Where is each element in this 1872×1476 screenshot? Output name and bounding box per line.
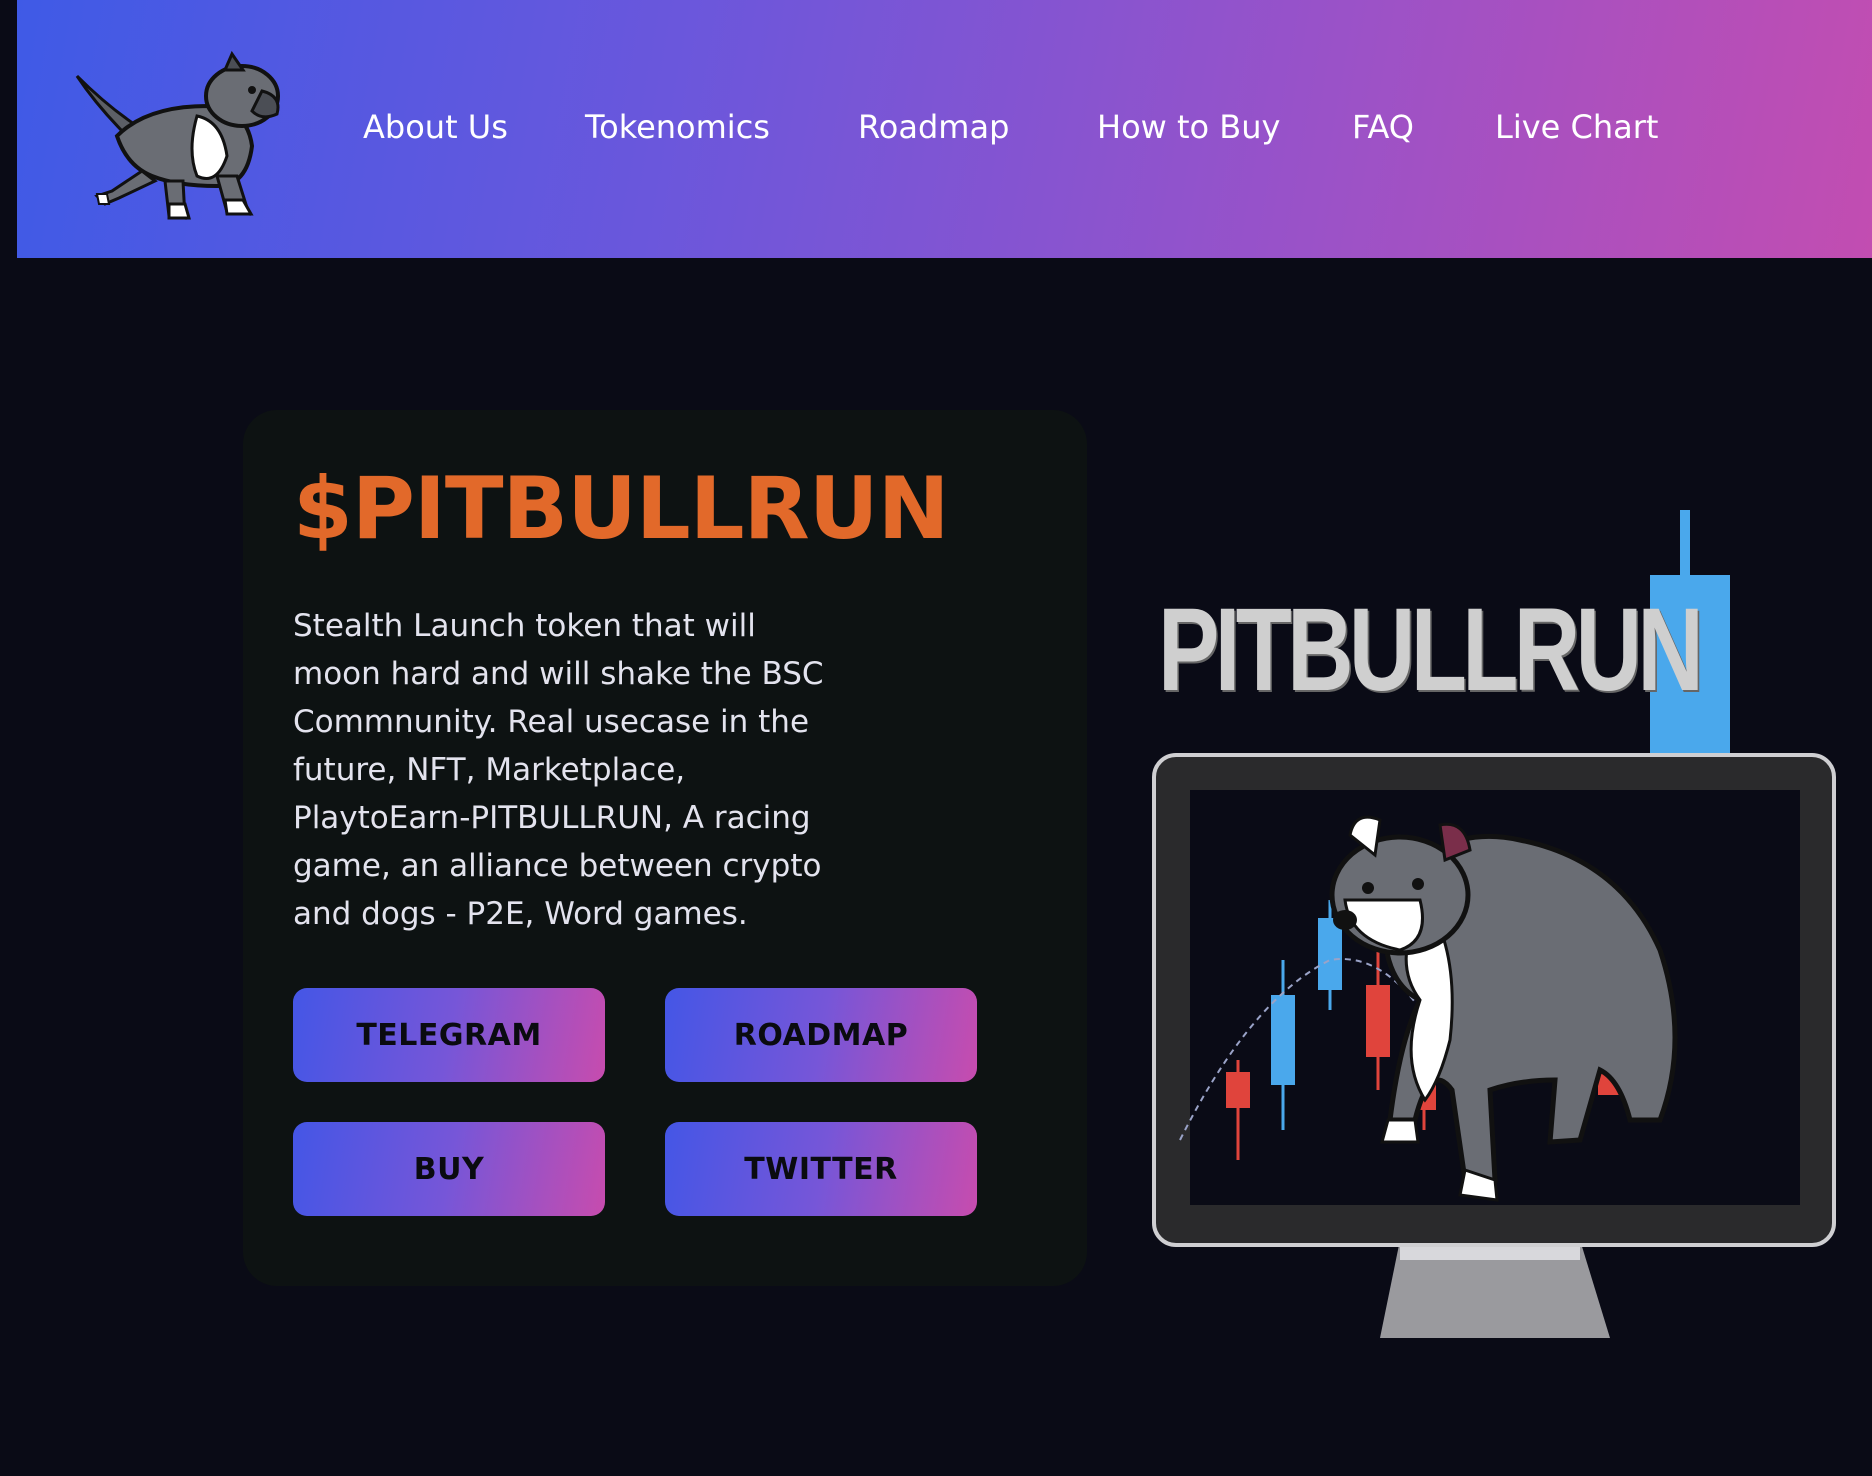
page: About Us Tokenomics Roadmap How to Buy F…	[0, 0, 1872, 1476]
hero-description: Stealth Launch token that will moon hard…	[293, 608, 824, 932]
telegram-button[interactable]: TELEGRAM	[293, 988, 605, 1082]
nav-tokenomics[interactable]: Tokenomics	[585, 106, 770, 148]
nav-faq[interactable]: FAQ	[1352, 106, 1414, 148]
illustration-brand-text: PITBULLRUN	[1158, 584, 1704, 716]
hero-card: $PITBULLRUN Stealth Launch token that wi…	[243, 410, 1087, 1286]
nav-live-chart[interactable]: Live Chart	[1495, 106, 1658, 148]
hero-title: $PITBULLRUN	[293, 459, 950, 559]
main-nav: About Us Tokenomics Roadmap How to Buy F…	[17, 0, 1872, 258]
site-header: About Us Tokenomics Roadmap How to Buy F…	[17, 0, 1872, 258]
roadmap-button[interactable]: ROADMAP	[665, 988, 977, 1082]
twitter-button[interactable]: TWITTER	[665, 1122, 977, 1216]
nav-how-to-buy[interactable]: How to Buy	[1097, 106, 1280, 148]
nav-about-us[interactable]: About Us	[363, 106, 508, 148]
buy-button[interactable]: BUY	[293, 1122, 605, 1216]
nav-roadmap[interactable]: Roadmap	[858, 106, 1009, 148]
